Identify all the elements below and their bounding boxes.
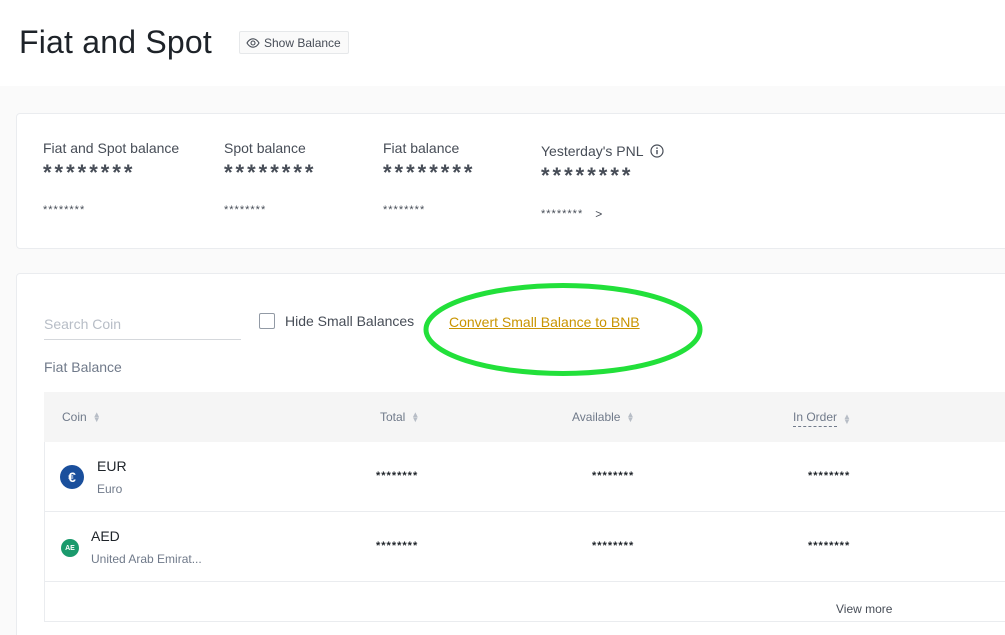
search-placeholder: Search Coin (44, 316, 122, 332)
column-header-coin[interactable]: Coin ▲ ▼ (62, 410, 101, 424)
yesterday-pnl: Yesterday's PNL ******** ******** > (541, 143, 664, 221)
table-header: Coin ▲ ▼ Total ▲ ▼ Available ▲ ▼ In Order ▲… (44, 392, 1005, 442)
highlight-ellipse (423, 283, 703, 376)
page-title: Fiat and Spot (19, 24, 212, 60)
spot-balance: Spot balance ******** ******** (224, 140, 317, 216)
sort-icon: ▲ ▼ (92, 410, 101, 424)
balance-value: ******** (383, 160, 476, 185)
balance-label: Fiat and Spot balance (43, 140, 180, 156)
balance-value: ******** (43, 160, 136, 185)
balance-label: Fiat balance (383, 140, 460, 156)
balance-sub-value: ******** (383, 204, 426, 216)
hide-small-balances-checkbox[interactable] (259, 313, 275, 329)
top-bar: Fiat and Spot Show Balance (0, 0, 1005, 86)
sort-icon: ▲ ▼ (626, 410, 635, 424)
chevron-right-icon: > (595, 207, 604, 221)
balance-sub-value: ******** (43, 204, 86, 216)
column-header-total[interactable]: Total ▲ ▼ (380, 410, 419, 424)
table-footer: View more (44, 582, 1005, 622)
view-more-link[interactable]: View more (836, 602, 892, 616)
table-left-border (44, 442, 45, 622)
table-row[interactable]: AE AED United Arab Emirat... ******** **… (44, 512, 1005, 582)
search-input[interactable]: Search Coin (44, 304, 241, 340)
balance-value: ******** (541, 163, 634, 188)
balance-label: Yesterday's PNL (541, 143, 644, 159)
aed-coin-icon: AE (61, 539, 79, 557)
column-label: Available (572, 410, 621, 424)
total-value: ******** (376, 540, 419, 552)
hide-small-balances-toggle[interactable]: Hide Small Balances (259, 313, 414, 329)
column-header-available[interactable]: Available ▲ ▼ (572, 410, 634, 424)
in-order-value: ******** (808, 470, 851, 482)
available-value: ******** (592, 540, 635, 552)
coin-name: United Arab Emirat... (91, 552, 202, 566)
column-label: In Order (793, 410, 838, 427)
fiat-balance-table: Coin ▲ ▼ Total ▲ ▼ Available ▲ ▼ In Order ▲… (44, 392, 1005, 622)
column-header-in-order[interactable]: In Order ▲ ▼ (793, 410, 851, 427)
coin-symbol: AED (91, 528, 120, 544)
table-row[interactable]: € EUR Euro ******** ******** ******** (44, 442, 1005, 512)
sort-icon: ▲ ▼ (411, 410, 420, 424)
eye-icon (246, 37, 260, 48)
total-value: ******** (376, 470, 419, 482)
available-value: ******** (592, 470, 635, 482)
column-label: Total (380, 410, 406, 424)
show-balance-label: Show Balance (264, 35, 341, 50)
sort-icon: ▲ ▼ (843, 411, 851, 426)
balance-sub-value: ******** (224, 204, 267, 216)
coin-name: Euro (97, 482, 123, 496)
euro-coin-icon: € (60, 465, 84, 489)
balance-sub-value: ******** (541, 208, 584, 220)
pnl-details-link[interactable]: ******** > (541, 207, 664, 221)
balance-value: ******** (224, 160, 317, 185)
show-balance-button[interactable]: Show Balance (239, 31, 349, 54)
balance-label: Spot balance (224, 140, 306, 156)
in-order-value: ******** (808, 540, 851, 552)
column-label: Coin (62, 410, 87, 424)
fiat-spot-balance: Fiat and Spot balance ******** ******** (43, 140, 179, 216)
fiat-balance: Fiat balance ******** ******** (383, 140, 476, 216)
hide-small-balances-label: Hide Small Balances (285, 313, 415, 329)
balance-summary-card: Fiat and Spot balance ******** ******** … (16, 113, 1005, 249)
coin-symbol: EUR (97, 458, 127, 474)
fiat-balance-card: Search Coin Hide Small Balances Convert … (16, 273, 1005, 635)
section-label: Fiat Balance (44, 359, 122, 375)
info-icon[interactable] (649, 144, 664, 158)
